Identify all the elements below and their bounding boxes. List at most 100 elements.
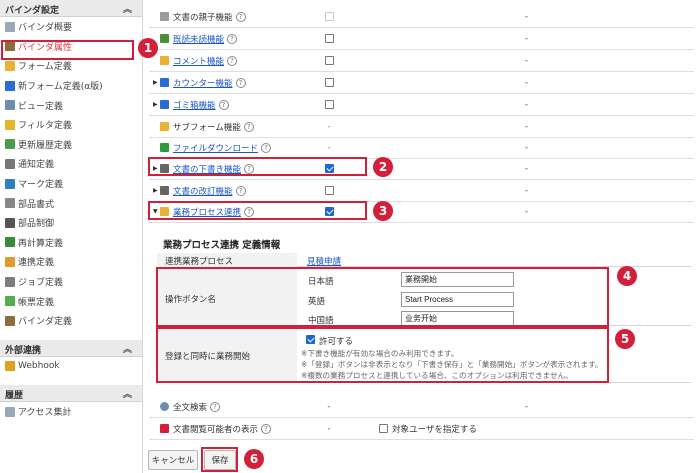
feature-link[interactable]: ゴミ箱機能 — [173, 99, 216, 111]
feature-checkbox[interactable] — [324, 100, 334, 109]
sidebar-item[interactable]: 連携定義 — [0, 252, 142, 272]
sidebar-item-label: ビュー定義 — [18, 101, 64, 112]
collapse-icon[interactable]: ︽ — [123, 387, 132, 400]
sidebar-items: バインダ概要 バインダ属性フォーム定義新フォーム定義(α版) ビュー定義フィルタ定義… — [0, 17, 142, 331]
help-icon[interactable]: ? — [235, 11, 246, 22]
feature-setting: - — [524, 55, 529, 66]
sidebar-item-label: 新フォーム定義(α版) — [18, 82, 103, 93]
feature-icon — [160, 143, 169, 152]
sidebar-item-label: 再計算定義 — [18, 238, 64, 249]
form-icon — [5, 60, 15, 71]
process-row: 連携業務プロセス 見積申請 — [157, 253, 692, 267]
sidebar-item[interactable]: フォーム定義 — [0, 56, 142, 76]
webhook-icon — [5, 361, 15, 372]
feature-label: サブフォーム機能 — [173, 122, 241, 133]
help-icon[interactable]: ? — [235, 185, 246, 196]
feature-link[interactable]: 既読未読機能 — [173, 33, 224, 45]
sidebar-item[interactable]: 更新履歴定義 — [0, 135, 142, 155]
button-name-ja-input[interactable] — [401, 272, 514, 287]
help-icon[interactable]: ? — [218, 99, 229, 110]
feature-link[interactable]: ファイルダウンロード — [173, 142, 258, 154]
sidebar-item[interactable]: マーク定義 — [0, 174, 142, 194]
sidebar-item[interactable]: 部品制御 — [0, 213, 142, 233]
feature-checkbox[interactable] — [324, 164, 334, 173]
sidebar-item[interactable]: アクセス集計 — [0, 402, 142, 422]
feature-icon — [160, 34, 169, 43]
help-icon[interactable]: ? — [243, 121, 254, 132]
notify-icon — [5, 158, 15, 169]
sidebar-section-external[interactable]: 外部連携 ︽ — [0, 339, 142, 357]
help-icon[interactable]: ? — [261, 142, 272, 153]
sidebar-item-label: バインダ定義 — [18, 317, 73, 328]
sidebar-item[interactable]: 部品書式 — [0, 193, 142, 213]
feature-row: ▶ ゴミ箱機能? - — [149, 94, 694, 116]
feature-checkbox[interactable] — [324, 34, 334, 43]
feature-label: 文書閲覧可能者の表示 — [173, 424, 259, 435]
expand-arrow-icon[interactable]: ▶ — [153, 165, 160, 172]
sidebar-item-label: フィルタ定義 — [18, 121, 72, 132]
note-line: ※複数の業務プロセスと連携している場合、このオプションは利用できません。 — [301, 371, 573, 380]
feature-link[interactable]: コメント機能 — [173, 55, 224, 67]
sidebar-item[interactable]: フィルタ定義 — [0, 115, 142, 135]
cancel-button[interactable]: キャンセル — [148, 450, 198, 470]
callout-badge: 2 — [373, 157, 393, 177]
sidebar-section-history[interactable]: 履歴 ︽ — [0, 385, 142, 403]
feature-checkbox[interactable] — [324, 186, 334, 195]
search-icon — [160, 402, 169, 411]
collapse-icon[interactable]: ︽ — [123, 2, 132, 15]
feature-enable-cell — [299, 12, 359, 21]
sidebar-item-label: 更新履歴定義 — [18, 140, 73, 151]
feature-setting: - — [524, 142, 529, 153]
gear-icon — [5, 41, 15, 52]
sidebar-item[interactable]: 通知定義 — [0, 154, 142, 174]
help-icon[interactable]: ? — [244, 206, 255, 217]
expand-arrow-icon[interactable]: ▼ — [153, 208, 160, 215]
sidebar-item[interactable]: 新フォーム定義(α版) — [0, 76, 142, 96]
feature-link[interactable]: 文書の下書き機能 — [173, 163, 241, 175]
section-title: バインダ設定 — [5, 6, 60, 16]
help-icon[interactable]: ? — [244, 163, 255, 174]
sidebar-item[interactable]: ビュー定義 — [0, 95, 142, 115]
sidebar-item[interactable]: 帳票定義 — [0, 291, 142, 311]
section-title: 履歴 — [5, 391, 24, 402]
report-icon — [5, 296, 15, 307]
allow-checkbox[interactable] — [306, 335, 315, 344]
lang-label-zh: 中国語 — [308, 316, 334, 326]
sidebar-item[interactable]: バインダ概要 — [0, 17, 142, 37]
expand-arrow-icon[interactable]: ▶ — [153, 79, 160, 86]
sidebar: バインダ設定 ︽ バインダ概要 バインダ属性フォーム定義新フォーム定義(α版) ビュ… — [0, 0, 143, 473]
feature-checkbox[interactable] — [324, 78, 334, 87]
help-icon[interactable]: ? — [227, 55, 238, 66]
sidebar-item[interactable]: Webhook — [0, 357, 142, 377]
help-icon[interactable]: ? — [235, 77, 246, 88]
feature-link[interactable]: カウンター機能 — [173, 77, 233, 89]
sidebar-section-binder-settings[interactable]: バインダ設定 ︽ — [0, 0, 142, 17]
sidebar-item[interactable]: バインダ定義 — [0, 311, 142, 331]
callout-badge: 6 — [244, 449, 264, 469]
feature-link[interactable]: 業務プロセス連携 — [173, 206, 241, 218]
target-user-checkbox[interactable] — [379, 424, 388, 433]
feature-setting: - — [524, 401, 529, 412]
parts-control-icon — [5, 217, 15, 228]
expand-arrow-icon[interactable]: ▶ — [153, 187, 160, 194]
expand-arrow-icon[interactable]: ▶ — [153, 101, 160, 108]
feature-link[interactable]: 文書の改訂機能 — [173, 185, 233, 197]
mark-icon — [5, 178, 15, 189]
collapse-icon[interactable]: ︽ — [123, 342, 132, 355]
process-link[interactable]: 見積申請 — [307, 255, 341, 267]
button-name-zh-input[interactable] — [401, 311, 514, 326]
help-icon[interactable]: ? — [210, 401, 221, 412]
button-name-en-input[interactable] — [401, 292, 514, 307]
sidebar-item[interactable]: 再計算定義 — [0, 233, 142, 253]
sidebar-item-label: フォーム定義 — [18, 62, 72, 73]
help-icon[interactable]: ? — [227, 33, 238, 44]
sidebar-item[interactable]: バインダ属性 — [0, 37, 142, 57]
job-icon — [5, 276, 15, 287]
feature-enable-cell: - — [327, 121, 331, 132]
parts-format-icon — [5, 198, 15, 209]
save-button[interactable]: 保存 — [204, 450, 236, 470]
sidebar-item[interactable]: ジョブ定義 — [0, 272, 142, 292]
help-icon[interactable]: ? — [261, 423, 272, 434]
feature-checkbox[interactable] — [324, 56, 334, 65]
feature-checkbox[interactable] — [324, 207, 334, 216]
